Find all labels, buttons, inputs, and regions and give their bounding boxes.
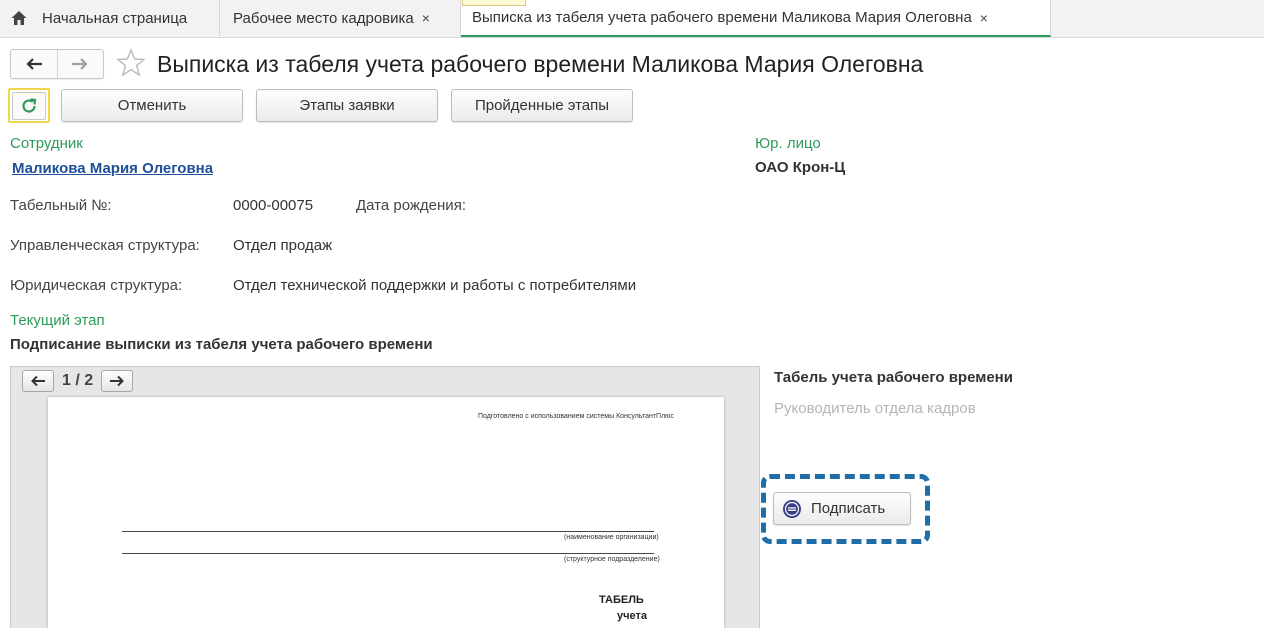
management-structure-value: Отдел продаж	[233, 237, 333, 254]
signing-role: Руководитель отдела кадров	[774, 400, 976, 417]
page-indicator: 1 / 2	[62, 372, 94, 389]
tab-bar: Начальная страница Рабочее место кадрови…	[0, 0, 1264, 38]
tab-timesheet-extract[interactable]: Выписка из табеля учета рабочего времени…	[461, 0, 1051, 37]
arrow-left-icon	[26, 58, 42, 70]
home-icon	[11, 11, 27, 25]
prev-page-button[interactable]	[22, 370, 54, 392]
tab-label: Выписка из табеля учета рабочего времени…	[472, 9, 972, 26]
refresh-button-inner	[12, 91, 46, 120]
page-title: Выписка из табеля учета рабочего времени…	[157, 51, 924, 77]
tab-home[interactable]: Начальная страница	[0, 0, 220, 36]
doc-title: ТАБЕЛЬ	[599, 594, 644, 606]
passed-stages-button[interactable]: Пройденные этапы	[451, 89, 633, 122]
arrow-right-icon	[110, 375, 125, 387]
doc-subtitle: учета	[617, 610, 647, 622]
prepared-note: Подготовлено с использованием системы Ко…	[478, 413, 674, 420]
refresh-button[interactable]	[8, 88, 50, 123]
legal-entity-label: Юр. лицо	[755, 135, 821, 152]
signing-doc-title: Табель учета рабочего времени	[774, 369, 1013, 386]
arrow-left-icon	[31, 375, 45, 387]
arrow-right-icon	[72, 58, 88, 70]
org-name-line	[122, 531, 654, 532]
org-name-caption: (наименование организации)	[564, 534, 659, 541]
signature-seal-icon	[783, 499, 801, 518]
request-stages-button[interactable]: Этапы заявки	[256, 89, 438, 122]
legal-structure-label: Юридическая структура:	[10, 277, 183, 294]
tab-label: Рабочее место кадровика	[233, 9, 414, 27]
sign-button-label: Подписать	[811, 500, 886, 517]
tab-label: Начальная страница	[42, 9, 188, 27]
current-stage-label: Текущий этап	[10, 312, 105, 329]
star-icon[interactable]	[116, 48, 146, 78]
sign-button[interactable]: Подписать	[773, 492, 911, 525]
forward-button[interactable]	[58, 50, 104, 78]
next-page-button[interactable]	[101, 370, 134, 392]
navigation-buttons	[10, 49, 104, 79]
close-icon[interactable]: ×	[980, 10, 988, 26]
current-stage-value: Подписание выписки из табеля учета рабоч…	[10, 336, 433, 353]
tab-tooltip-marker	[462, 0, 526, 6]
tab-hr-workplace[interactable]: Рабочее место кадровика ×	[220, 0, 461, 36]
preview-toolbar: 1 / 2	[11, 367, 759, 395]
birth-date-label: Дата рождения:	[356, 197, 466, 214]
legal-entity-value: ОАО Крон-Ц	[755, 159, 846, 176]
employee-section-label: Сотрудник	[10, 135, 83, 152]
back-button[interactable]	[11, 50, 58, 78]
document-page: Подготовлено с использованием системы Ко…	[48, 397, 724, 628]
tab-number-label: Табельный №:	[10, 197, 112, 214]
document-preview[interactable]: 1 / 2 Подготовлено с использованием сист…	[10, 366, 760, 628]
cancel-button[interactable]: Отменить	[61, 89, 243, 122]
employee-name-link[interactable]: Маликова Мария Олеговна	[12, 160, 213, 177]
close-icon[interactable]: ×	[422, 10, 430, 26]
dept-line	[122, 553, 654, 554]
legal-structure-value: Отдел технической поддержки и работы с п…	[233, 277, 637, 294]
management-structure-label: Управленческая структура:	[10, 237, 200, 254]
refresh-icon	[22, 97, 37, 113]
dept-caption: (структурное подразделение)	[564, 556, 660, 563]
tab-number-value: 0000-00075	[233, 197, 314, 214]
